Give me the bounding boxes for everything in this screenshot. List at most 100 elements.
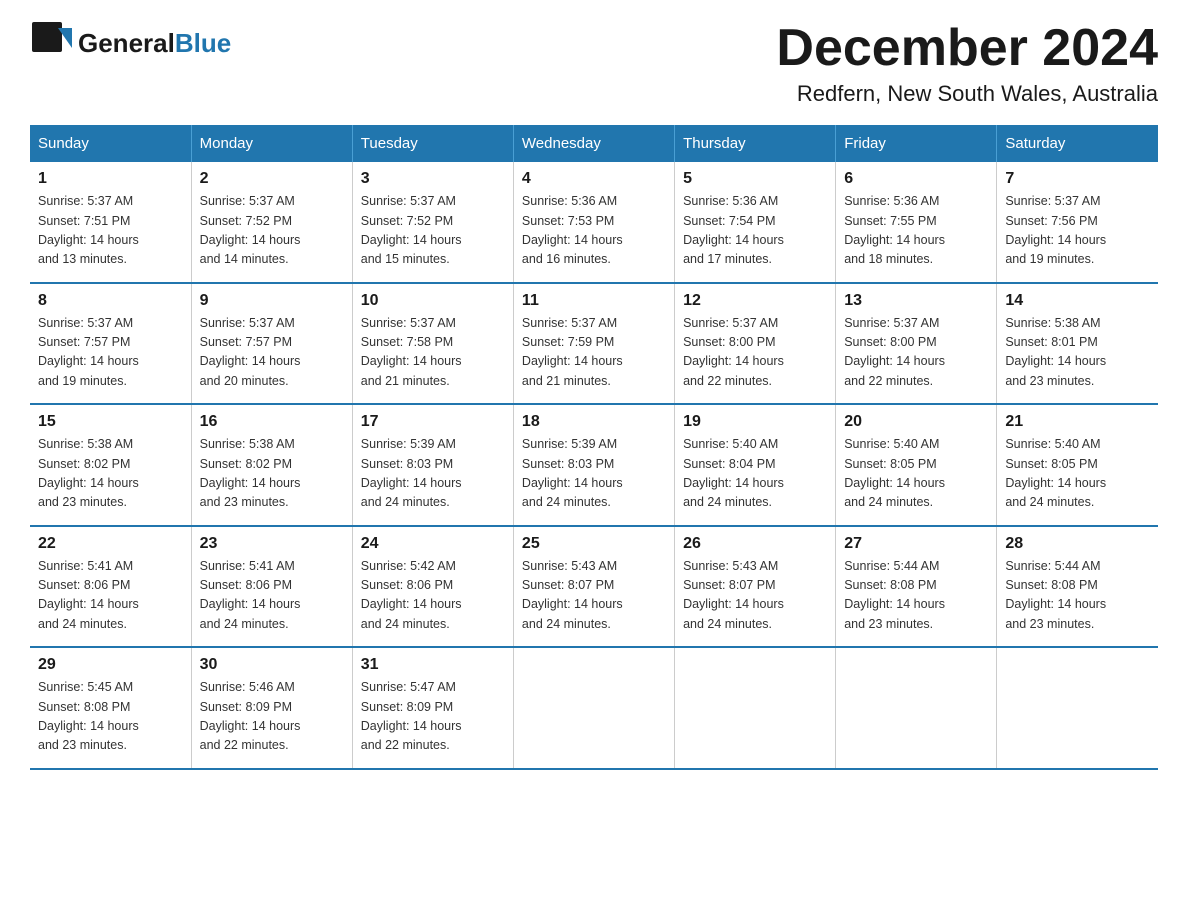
day-number: 12: [683, 292, 827, 310]
calendar-cell: 11 Sunrise: 5:37 AMSunset: 7:59 PMDayligh…: [513, 283, 674, 405]
logo-blue: Blue: [175, 28, 231, 58]
calendar-cell: 21 Sunrise: 5:40 AMSunset: 8:05 PMDayligh…: [997, 404, 1158, 526]
calendar-week-row: 8 Sunrise: 5:37 AMSunset: 7:57 PMDaylight…: [30, 283, 1158, 405]
day-info: Sunrise: 5:47 AMSunset: 8:09 PMDaylight:…: [361, 678, 505, 756]
day-info: Sunrise: 5:43 AMSunset: 8:07 PMDaylight:…: [683, 557, 827, 635]
calendar-cell: 20 Sunrise: 5:40 AMSunset: 8:05 PMDayligh…: [836, 404, 997, 526]
location-title: Redfern, New South Wales, Australia: [776, 81, 1158, 107]
day-number: 14: [1005, 292, 1150, 310]
day-info: Sunrise: 5:36 AMSunset: 7:55 PMDaylight:…: [844, 192, 988, 270]
header-thursday: Thursday: [675, 125, 836, 162]
calendar-cell: 3Sunrise: 5:37 AMSunset: 7:52 PMDaylight…: [352, 162, 513, 283]
day-number: 17: [361, 413, 505, 431]
day-info: Sunrise: 5:44 AMSunset: 8:08 PMDaylight:…: [844, 557, 988, 635]
day-info: Sunrise: 5:38 AMSunset: 8:02 PMDaylight:…: [38, 435, 183, 513]
month-title: December 2024: [776, 20, 1158, 77]
day-info: Sunrise: 5:37 AMSunset: 7:56 PMDaylight:…: [1005, 192, 1150, 270]
day-info: Sunrise: 5:37 AMSunset: 7:57 PMDaylight:…: [200, 314, 344, 392]
day-info: Sunrise: 5:37 AMSunset: 7:51 PMDaylight:…: [38, 192, 183, 270]
day-info: Sunrise: 5:40 AMSunset: 8:05 PMDaylight:…: [844, 435, 988, 513]
title-area: December 2024 Redfern, New South Wales, …: [776, 20, 1158, 107]
calendar-week-row: 15 Sunrise: 5:38 AMSunset: 8:02 PMDayligh…: [30, 404, 1158, 526]
day-info: Sunrise: 5:37 AMSunset: 8:00 PMDaylight:…: [683, 314, 827, 392]
header-friday: Friday: [836, 125, 997, 162]
calendar-cell: 4 Sunrise: 5:36 AMSunset: 7:53 PMDaylight…: [513, 162, 674, 283]
logo-area: GeneralBlue: [30, 20, 231, 66]
day-number: 5: [683, 170, 827, 188]
calendar-cell: 26 Sunrise: 5:43 AMSunset: 8:07 PMDayligh…: [675, 526, 836, 648]
calendar-cell: [997, 647, 1158, 769]
day-number: 18: [522, 413, 666, 431]
calendar-cell: 12 Sunrise: 5:37 AMSunset: 8:00 PMDayligh…: [675, 283, 836, 405]
day-number: 26: [683, 535, 827, 553]
calendar-cell: 31 Sunrise: 5:47 AMSunset: 8:09 PMDayligh…: [352, 647, 513, 769]
day-number: 9: [200, 292, 344, 310]
page-header: GeneralBlue December 2024 Redfern, New S…: [30, 20, 1158, 107]
day-info: Sunrise: 5:45 AMSunset: 8:08 PMDaylight:…: [38, 678, 183, 756]
day-number: 15: [38, 413, 183, 431]
day-info: Sunrise: 5:37 AMSunset: 7:52 PMDaylight:…: [200, 192, 344, 270]
day-number: 13: [844, 292, 988, 310]
calendar-cell: 15 Sunrise: 5:38 AMSunset: 8:02 PMDayligh…: [30, 404, 191, 526]
day-number: 25: [522, 535, 666, 553]
day-number: 19: [683, 413, 827, 431]
calendar-cell: 1 Sunrise: 5:37 AMSunset: 7:51 PMDaylight…: [30, 162, 191, 283]
day-info: Sunrise: 5:36 AMSunset: 7:54 PMDaylight:…: [683, 192, 827, 270]
header-saturday: Saturday: [997, 125, 1158, 162]
day-info: Sunrise: 5:41 AMSunset: 8:06 PMDaylight:…: [200, 557, 344, 635]
day-number: 30: [200, 656, 344, 674]
calendar-cell: 7Sunrise: 5:37 AMSunset: 7:56 PMDaylight…: [997, 162, 1158, 283]
day-number: 27: [844, 535, 988, 553]
calendar-table: SundayMondayTuesdayWednesdayThursdayFrid…: [30, 125, 1158, 770]
calendar-week-row: 22 Sunrise: 5:41 AMSunset: 8:06 PMDayligh…: [30, 526, 1158, 648]
day-number: 6: [844, 170, 988, 188]
header-sunday: Sunday: [30, 125, 191, 162]
calendar-cell: 25 Sunrise: 5:43 AMSunset: 8:07 PMDayligh…: [513, 526, 674, 648]
day-info: Sunrise: 5:37 AMSunset: 7:59 PMDaylight:…: [522, 314, 666, 392]
calendar-cell: [675, 647, 836, 769]
day-number: 20: [844, 413, 988, 431]
calendar-cell: 29Sunrise: 5:45 AMSunset: 8:08 PMDayligh…: [30, 647, 191, 769]
day-number: 22: [38, 535, 183, 553]
calendar-cell: 23Sunrise: 5:41 AMSunset: 8:06 PMDayligh…: [191, 526, 352, 648]
day-number: 16: [200, 413, 344, 431]
calendar-cell: 28Sunrise: 5:44 AMSunset: 8:08 PMDayligh…: [997, 526, 1158, 648]
day-info: Sunrise: 5:37 AMSunset: 7:57 PMDaylight:…: [38, 314, 183, 392]
day-info: Sunrise: 5:41 AMSunset: 8:06 PMDaylight:…: [38, 557, 183, 635]
calendar-week-row: 29Sunrise: 5:45 AMSunset: 8:08 PMDayligh…: [30, 647, 1158, 769]
calendar-cell: 16 Sunrise: 5:38 AMSunset: 8:02 PMDayligh…: [191, 404, 352, 526]
calendar-cell: 14Sunrise: 5:38 AMSunset: 8:01 PMDayligh…: [997, 283, 1158, 405]
day-number: 21: [1005, 413, 1150, 431]
day-number: 11: [522, 292, 666, 310]
day-info: Sunrise: 5:43 AMSunset: 8:07 PMDaylight:…: [522, 557, 666, 635]
calendar-cell: 9 Sunrise: 5:37 AMSunset: 7:57 PMDaylight…: [191, 283, 352, 405]
header-monday: Monday: [191, 125, 352, 162]
calendar-cell: 10 Sunrise: 5:37 AMSunset: 7:58 PMDayligh…: [352, 283, 513, 405]
calendar-cell: 30 Sunrise: 5:46 AMSunset: 8:09 PMDayligh…: [191, 647, 352, 769]
calendar-cell: 24 Sunrise: 5:42 AMSunset: 8:06 PMDayligh…: [352, 526, 513, 648]
day-number: 10: [361, 292, 505, 310]
day-info: Sunrise: 5:40 AMSunset: 8:04 PMDaylight:…: [683, 435, 827, 513]
calendar-cell: 13Sunrise: 5:37 AMSunset: 8:00 PMDayligh…: [836, 283, 997, 405]
day-info: Sunrise: 5:39 AMSunset: 8:03 PMDaylight:…: [522, 435, 666, 513]
calendar-cell: 22 Sunrise: 5:41 AMSunset: 8:06 PMDayligh…: [30, 526, 191, 648]
day-number: 1: [38, 170, 183, 188]
calendar-cell: [836, 647, 997, 769]
day-info: Sunrise: 5:37 AMSunset: 7:52 PMDaylight:…: [361, 192, 505, 270]
calendar-week-row: 1 Sunrise: 5:37 AMSunset: 7:51 PMDaylight…: [30, 162, 1158, 283]
day-info: Sunrise: 5:42 AMSunset: 8:06 PMDaylight:…: [361, 557, 505, 635]
day-number: 8: [38, 292, 183, 310]
logo-icon: [30, 20, 76, 66]
day-info: Sunrise: 5:36 AMSunset: 7:53 PMDaylight:…: [522, 192, 666, 270]
day-info: Sunrise: 5:46 AMSunset: 8:09 PMDaylight:…: [200, 678, 344, 756]
day-info: Sunrise: 5:37 AMSunset: 7:58 PMDaylight:…: [361, 314, 505, 392]
day-info: Sunrise: 5:39 AMSunset: 8:03 PMDaylight:…: [361, 435, 505, 513]
calendar-cell: 18 Sunrise: 5:39 AMSunset: 8:03 PMDayligh…: [513, 404, 674, 526]
header-tuesday: Tuesday: [352, 125, 513, 162]
day-info: Sunrise: 5:38 AMSunset: 8:02 PMDaylight:…: [200, 435, 344, 513]
day-number: 31: [361, 656, 505, 674]
calendar-header-row: SundayMondayTuesdayWednesdayThursdayFrid…: [30, 125, 1158, 162]
day-number: 4: [522, 170, 666, 188]
day-info: Sunrise: 5:40 AMSunset: 8:05 PMDaylight:…: [1005, 435, 1150, 513]
day-number: 24: [361, 535, 505, 553]
